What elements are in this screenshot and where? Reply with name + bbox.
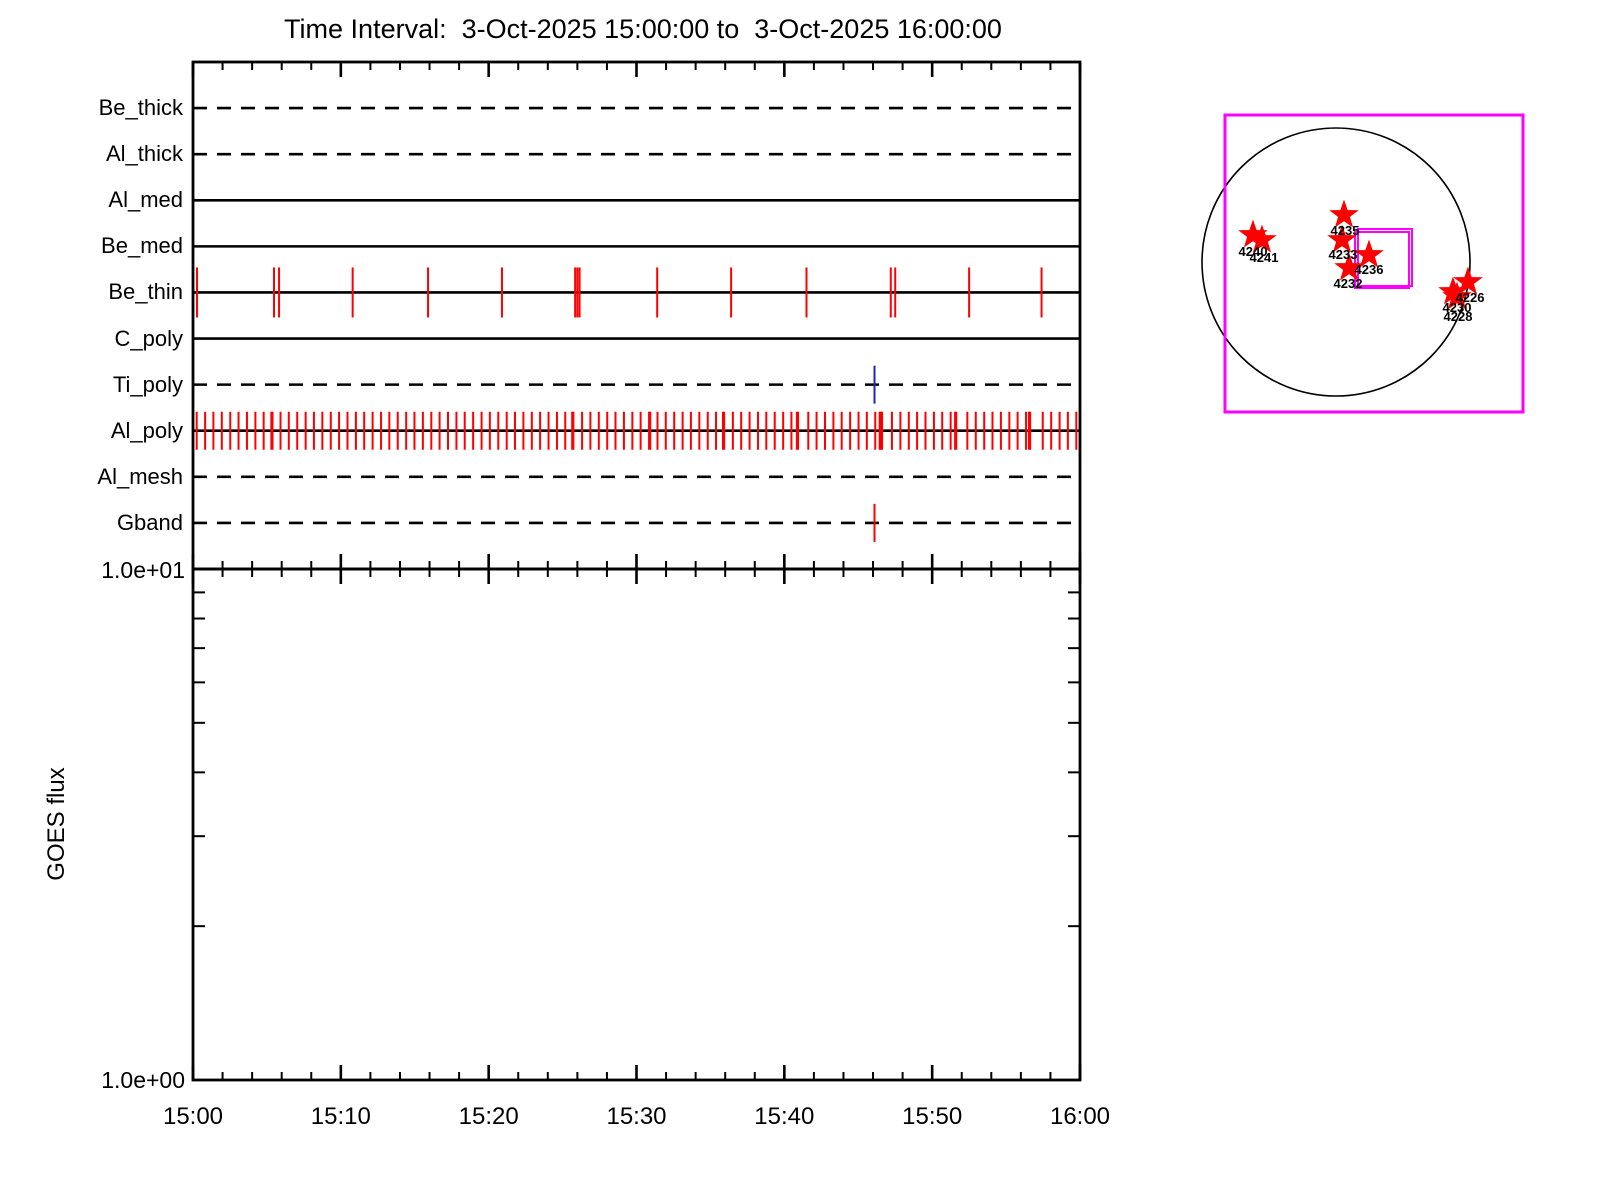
- active-region-label-4232: 4232: [1333, 276, 1363, 291]
- filter-label-Be_med: Be_med: [101, 233, 183, 259]
- time-axis-label-15:00: 15:00: [162, 1103, 224, 1130]
- time-axis-label-16:00: 16:00: [1049, 1103, 1111, 1130]
- active-region-label-4228: 4228: [1443, 309, 1473, 324]
- goes-panel-border: [191, 567, 1082, 1082]
- filter-label-Be_thin: Be_thin: [108, 279, 183, 305]
- xrt-observation-plot: Time Interval: 3-Oct-2025 15:00:00 to 3-…: [0, 0, 1600, 1200]
- filter-panel-border: [191, 60, 1082, 571]
- plot-canvas: [191, 60, 1525, 1082]
- active-region-label-4235: 4235: [1330, 223, 1360, 238]
- active-region-label-4233: 4233: [1328, 247, 1358, 262]
- filter-label-Be_thick: Be_thick: [98, 95, 183, 121]
- time-axis-label-15:30: 15:30: [606, 1103, 667, 1130]
- time-axis-label-15:20: 15:20: [458, 1103, 519, 1130]
- active-region-label-4241: 4241: [1249, 250, 1279, 265]
- goes-y-axis-title: GOES flux: [43, 767, 70, 881]
- time-axis-label-15:50: 15:50: [902, 1103, 963, 1130]
- time-axis-label-15:10: 15:10: [310, 1103, 371, 1130]
- goes-y-bottom-label: 1.0e+00: [101, 1067, 185, 1093]
- filter-label-Al_mesh: Al_mesh: [97, 463, 183, 489]
- active-region-label-4236: 4236: [1354, 262, 1384, 277]
- page-title: Time Interval: 3-Oct-2025 15:00:00 to 3-…: [284, 14, 1002, 44]
- time-axis-label-15:40: 15:40: [754, 1103, 815, 1130]
- filter-label-Al_poly: Al_poly: [110, 417, 183, 443]
- filter-label-Gband: Gband: [116, 509, 183, 535]
- filter-label-Ti_poly: Ti_poly: [112, 371, 183, 397]
- filter-label-Al_med: Al_med: [108, 187, 183, 213]
- filter-label-C_poly: C_poly: [114, 325, 183, 351]
- goes-y-top-label: 1.0e+01: [101, 557, 185, 583]
- filter-label-Al_thick: Al_thick: [105, 141, 183, 167]
